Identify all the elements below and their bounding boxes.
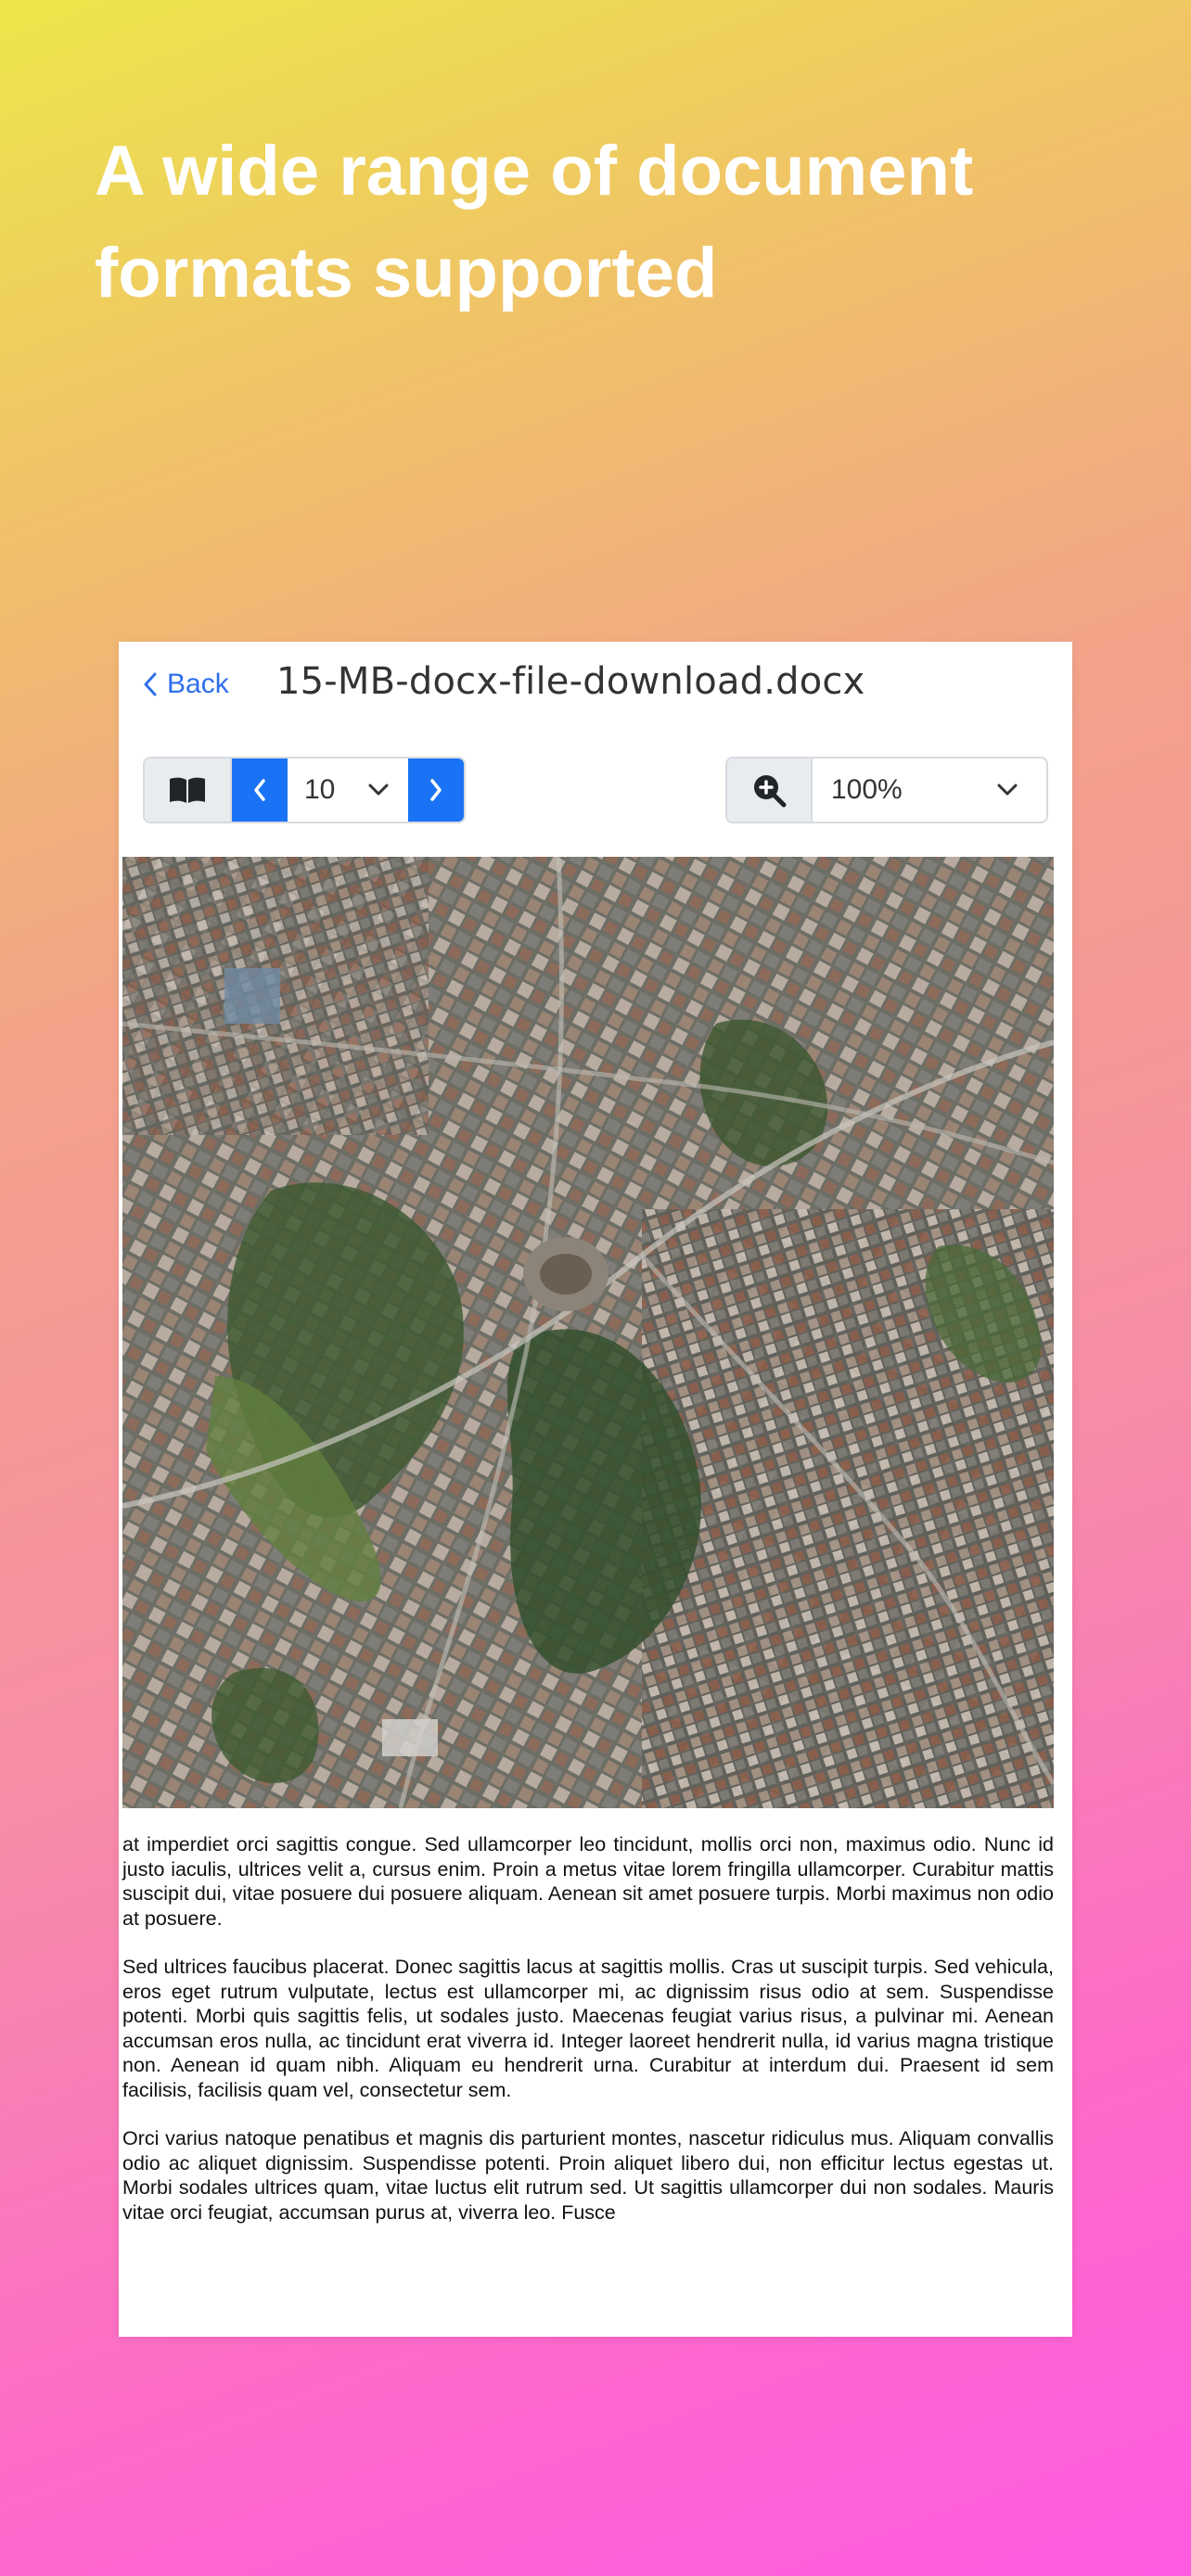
aerial-city-photo [122, 857, 1054, 1808]
zoom-level: 100% [831, 774, 903, 805]
aerial-photo-illustration [122, 857, 1054, 1808]
document-text: at imperdiet orci sagittis congue. Sed u… [122, 1832, 1054, 2249]
back-label: Back [167, 669, 229, 699]
chevron-left-icon [254, 779, 265, 801]
zoom-select[interactable]: 100% [813, 759, 1046, 822]
chevron-right-icon [430, 779, 442, 801]
promo-headline: A wide range of document formats support… [95, 132, 974, 312]
chevron-down-icon [997, 784, 1018, 796]
zoom-in-icon [754, 775, 787, 808]
viewer-toolbar: 10 100% [143, 757, 1048, 823]
page-number: 10 [304, 774, 336, 805]
viewer-header: Back 15-MB-docx-file-download.docx [119, 642, 1072, 725]
zoom-in-button[interactable] [727, 759, 813, 822]
page-select[interactable]: 10 [288, 759, 408, 822]
reading-mode-button[interactable] [145, 759, 232, 822]
paragraph: Orci varius natoque penatibus et magnis … [122, 2127, 1054, 2224]
chevron-left-icon [144, 672, 157, 696]
file-name: 15-MB-docx-file-download.docx [276, 660, 865, 703]
previous-page-button[interactable] [232, 759, 288, 822]
zoom-controls: 100% [725, 757, 1048, 823]
next-page-button[interactable] [408, 759, 464, 822]
page-navigation: 10 [143, 757, 466, 823]
book-icon [170, 777, 205, 803]
paragraph: at imperdiet orci sagittis congue. Sed u… [122, 1833, 1054, 1930]
paragraph: Sed ultrices faucibus placerat. Donec sa… [122, 1956, 1054, 2101]
back-button[interactable]: Back [143, 666, 229, 703]
chevron-down-icon [368, 784, 389, 796]
document-viewer: Back 15-MB-docx-file-download.docx 10 10… [119, 642, 1072, 2337]
